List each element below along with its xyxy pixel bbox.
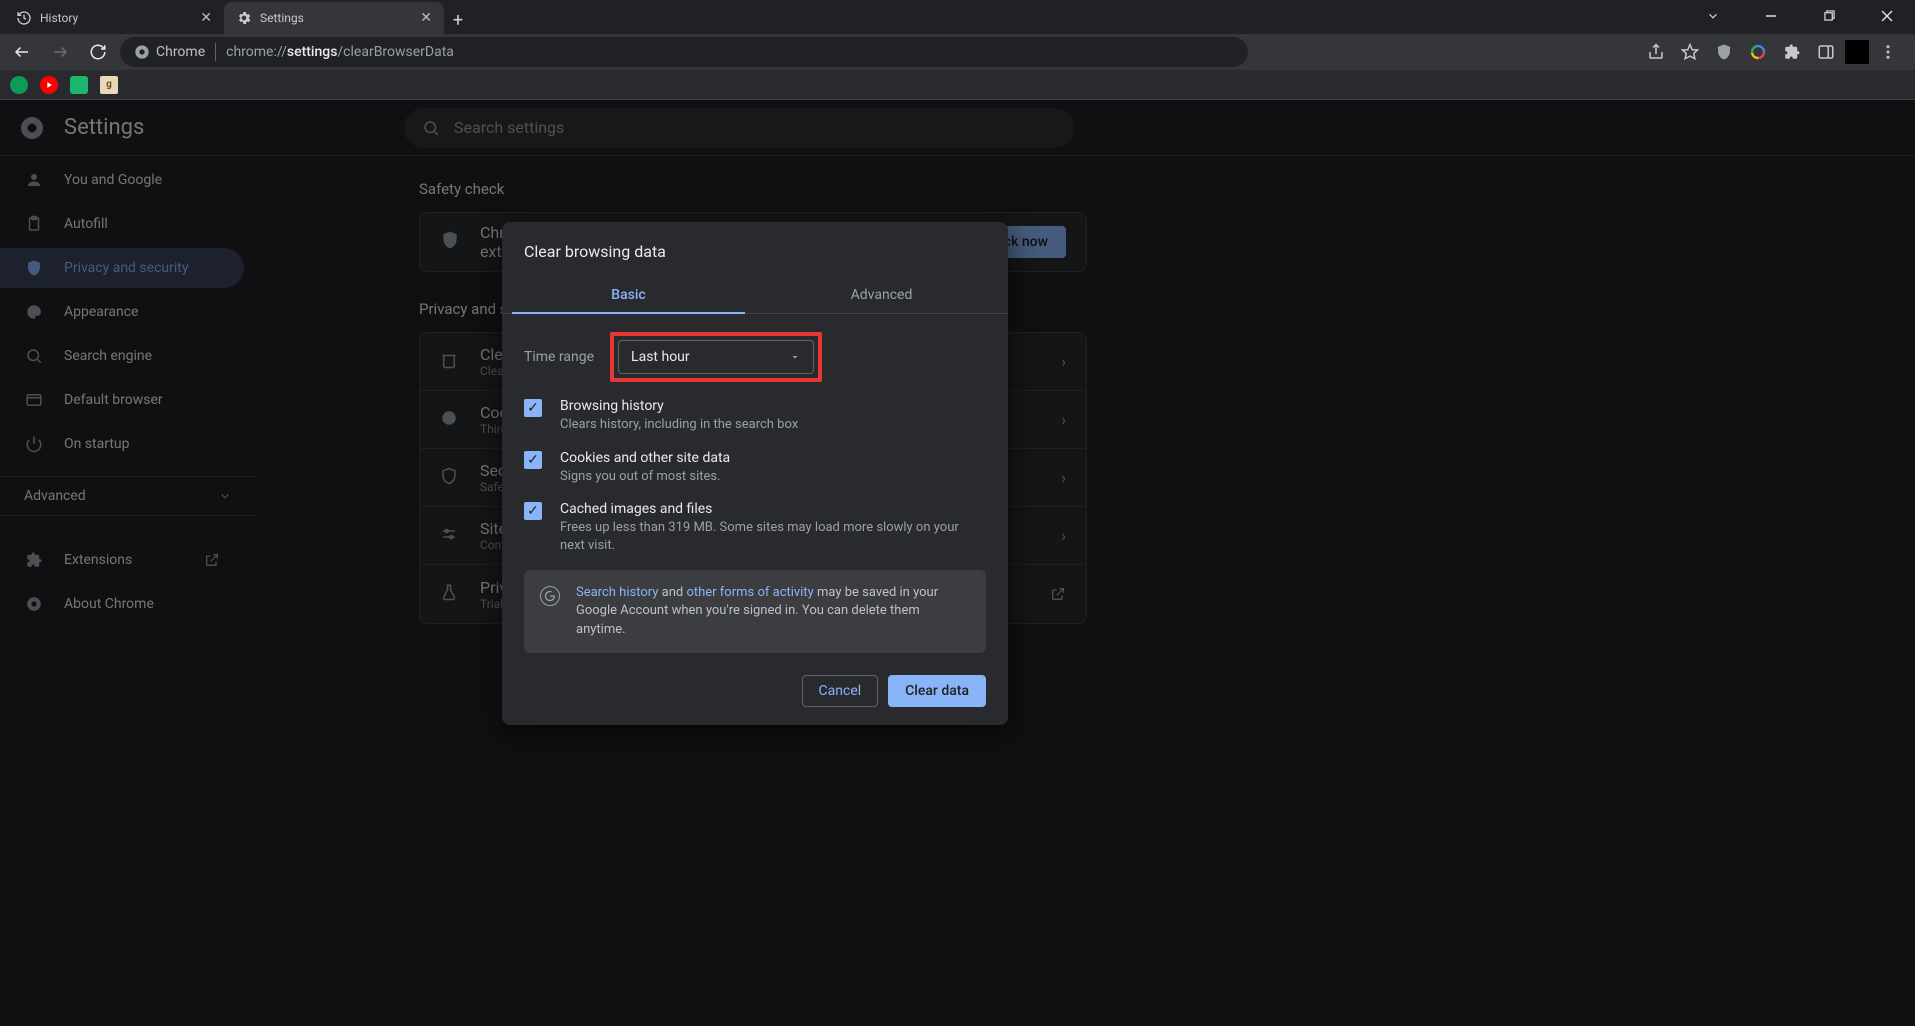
- bookmark-star-icon[interactable]: [1675, 37, 1705, 67]
- cancel-button[interactable]: Cancel: [802, 675, 879, 707]
- info-text: Search history and other forms of activi…: [576, 584, 970, 639]
- tab-label: Settings: [260, 11, 304, 25]
- browser-tab-history[interactable]: History ✕: [4, 2, 224, 34]
- tab-advanced[interactable]: Advanced: [755, 277, 1008, 313]
- time-range-select[interactable]: Last hour: [618, 340, 814, 374]
- reload-button[interactable]: [82, 36, 114, 68]
- other-activity-link[interactable]: other forms of activity: [686, 585, 813, 600]
- select-value: Last hour: [631, 349, 690, 365]
- dialog-tabs: Basic Advanced: [502, 277, 1008, 314]
- window-titlebar: History ✕ Settings ✕ +: [0, 0, 1915, 34]
- share-icon[interactable]: [1641, 37, 1671, 67]
- bookmarks-bar: g: [0, 70, 1915, 100]
- menu-kebab-icon[interactable]: [1873, 37, 1903, 67]
- clear-data-button[interactable]: Clear data: [888, 675, 986, 707]
- forward-button: [44, 36, 76, 68]
- bookmark-item[interactable]: g: [100, 76, 118, 94]
- gear-icon: [236, 10, 252, 26]
- option-cookies[interactable]: ✓ Cookies and other site data Signs you …: [524, 450, 986, 486]
- back-button[interactable]: [6, 36, 38, 68]
- history-icon: [16, 10, 32, 26]
- clear-browsing-data-dialog: Clear browsing data Basic Advanced Time …: [502, 222, 1008, 725]
- option-browsing-history[interactable]: ✓ Browsing history Clears history, inclu…: [524, 398, 986, 434]
- close-window-icon[interactable]: [1865, 10, 1909, 25]
- extensions-puzzle-icon[interactable]: [1777, 37, 1807, 67]
- search-history-link[interactable]: Search history: [576, 585, 658, 600]
- option-title: Cookies and other site data: [560, 450, 730, 466]
- url-text: chrome://settings/clearBrowserData: [226, 44, 454, 60]
- time-range-label: Time range: [524, 349, 594, 365]
- browser-toolbar: Chrome chrome://settings/clearBrowserDat…: [0, 34, 1915, 70]
- bookmark-item[interactable]: [10, 76, 28, 94]
- dialog-title: Clear browsing data: [502, 222, 1008, 277]
- google-g-icon: [540, 586, 560, 606]
- close-tab-icon[interactable]: ✕: [420, 10, 432, 26]
- option-desc: Signs you out of most sites.: [560, 468, 730, 486]
- divider: [215, 43, 216, 61]
- site-info-icon[interactable]: Chrome: [134, 44, 205, 60]
- option-desc: Frees up less than 319 MB. Some sites ma…: [560, 519, 986, 554]
- tab-search-icon[interactable]: [1691, 9, 1735, 26]
- minimize-icon[interactable]: [1749, 10, 1793, 25]
- option-title: Cached images and files: [560, 501, 986, 517]
- close-tab-icon[interactable]: ✕: [200, 10, 212, 26]
- browser-tab-settings[interactable]: Settings ✕: [224, 2, 444, 34]
- tab-label: History: [40, 11, 78, 25]
- profile-avatar[interactable]: [1845, 40, 1869, 64]
- option-title: Browsing history: [560, 398, 798, 414]
- maximize-icon[interactable]: [1807, 10, 1851, 24]
- dropdown-caret-icon: [789, 351, 801, 363]
- address-bar[interactable]: Chrome chrome://settings/clearBrowserDat…: [120, 37, 1248, 67]
- time-range-highlight: Last hour: [610, 332, 822, 382]
- checkbox-checked-icon[interactable]: ✓: [524, 502, 542, 520]
- checkbox-checked-icon[interactable]: ✓: [524, 399, 542, 417]
- google-account-info: Search history and other forms of activi…: [524, 570, 986, 653]
- bookmark-item[interactable]: [70, 76, 88, 94]
- extension-ublock-icon[interactable]: [1709, 37, 1739, 67]
- bookmark-item[interactable]: [40, 76, 58, 94]
- extension-circle-icon[interactable]: [1743, 37, 1773, 67]
- new-tab-button[interactable]: +: [444, 6, 472, 34]
- checkbox-checked-icon[interactable]: ✓: [524, 451, 542, 469]
- side-panel-icon[interactable]: [1811, 37, 1841, 67]
- option-desc: Clears history, including in the search …: [560, 416, 798, 434]
- option-cached[interactable]: ✓ Cached images and files Frees up less …: [524, 501, 986, 554]
- tab-basic[interactable]: Basic: [502, 277, 755, 313]
- chrome-label: Chrome: [156, 44, 205, 60]
- window-controls: [1691, 0, 1915, 34]
